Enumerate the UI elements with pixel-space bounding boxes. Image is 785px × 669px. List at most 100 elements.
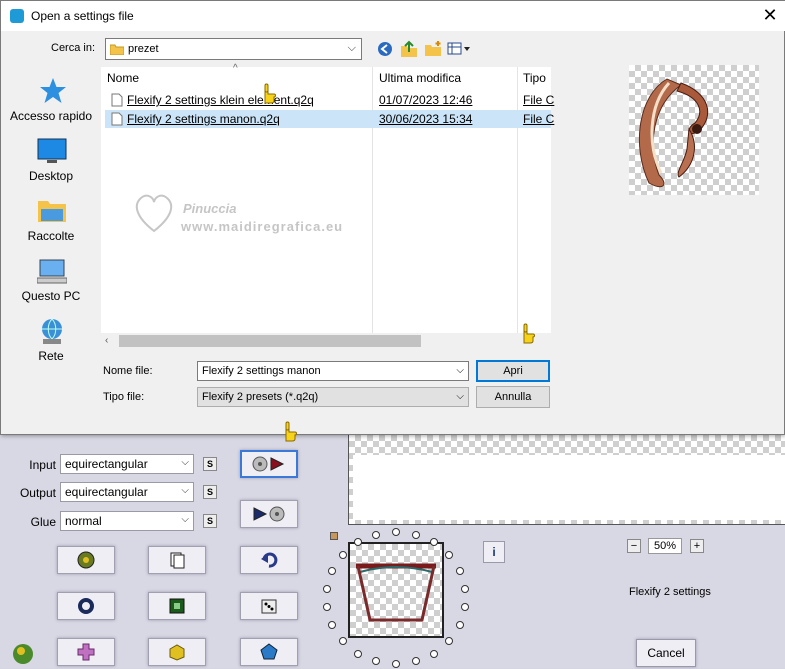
pentagon-button[interactable]: [240, 638, 298, 666]
look-in-label: Cerca in:: [51, 42, 96, 54]
chip-button[interactable]: [148, 592, 206, 620]
randomize-button[interactable]: [57, 546, 115, 574]
column-name[interactable]: Nome: [107, 71, 139, 85]
dialog-title: Open a settings file: [31, 9, 134, 23]
file-row[interactable]: Flexify 2 settings klein element.q2q 01/…: [105, 91, 555, 109]
disc-arrow-icon: [252, 456, 285, 472]
plus-shape-button[interactable]: [57, 638, 115, 666]
save-settings-button[interactable]: [240, 500, 298, 528]
open-button[interactable]: Apri: [476, 360, 550, 382]
glue-s-button[interactable]: S: [203, 514, 217, 528]
place-quick-access[interactable]: Accesso rapido: [3, 75, 99, 133]
zoom-value[interactable]: 50%: [648, 538, 682, 554]
arrow-disc-icon: [253, 506, 285, 522]
filetype-value: Flexify 2 presets (*.q2q): [202, 391, 319, 403]
output-label: Output: [19, 486, 56, 500]
pages-icon: [170, 552, 185, 569]
view-menu-icon[interactable]: [447, 41, 471, 57]
ring-dot: [392, 660, 400, 668]
look-in-combo[interactable]: prezet ⌵: [105, 38, 362, 60]
folder-icon: [110, 44, 124, 55]
input-select[interactable]: equirectangular ⌵: [60, 454, 194, 474]
ring-dot: [444, 550, 453, 559]
ring-dot: [339, 550, 348, 559]
star-icon: [40, 78, 66, 103]
close-button[interactable]: ✕: [758, 4, 782, 28]
glue-select-value: normal: [65, 514, 102, 528]
ring-dot: [392, 528, 400, 536]
column-type[interactable]: Tipo: [523, 71, 546, 85]
filetype-label: Tipo file:: [103, 391, 145, 403]
copy-button[interactable]: [148, 546, 206, 574]
app-icon: [10, 9, 24, 23]
place-label: Raccolte: [27, 229, 75, 243]
chevron-down-icon: ⌵: [181, 485, 189, 496]
place-label: Questo PC: [21, 289, 81, 303]
place-label: Desktop: [28, 169, 74, 183]
chip-icon: [169, 598, 185, 614]
output-select[interactable]: equirectangular ⌵: [60, 482, 194, 502]
ring-dot: [461, 584, 470, 593]
preview-canvas: [348, 435, 785, 525]
cube-button[interactable]: [148, 638, 206, 666]
scroll-left-icon[interactable]: ‹: [105, 335, 108, 346]
file-modified: 30/06/2023 15:34: [379, 112, 473, 126]
load-settings-button[interactable]: [240, 450, 298, 478]
zoom-out-button[interactable]: −: [627, 539, 641, 553]
up-folder-icon[interactable]: [400, 40, 418, 58]
new-folder-icon[interactable]: [424, 40, 442, 58]
watermark-heart-icon: [135, 194, 173, 233]
output-s-button[interactable]: S: [203, 485, 217, 499]
desktop-icon: [37, 138, 67, 163]
ring-dot: [372, 530, 381, 539]
file-icon: [111, 112, 123, 126]
plugin-cancel-button[interactable]: Cancel: [636, 639, 696, 667]
dice-button[interactable]: [240, 592, 298, 620]
place-label: Rete: [38, 349, 64, 363]
place-network[interactable]: Rete: [3, 315, 99, 373]
place-libraries[interactable]: Raccolte: [3, 195, 99, 253]
watermark-line2: www.maidiregrafica.eu: [181, 219, 344, 234]
pointing-hand-icon: [264, 83, 276, 104]
pointing-hand-icon: [285, 421, 297, 442]
libraries-icon: [38, 201, 66, 222]
undo-icon: [261, 552, 278, 568]
ring-dot: [322, 584, 331, 593]
flexify-logo-icon: [10, 640, 36, 666]
thumbnail-preview: [348, 542, 444, 638]
filename-input[interactable]: Flexify 2 settings manon ⌵: [197, 361, 469, 381]
input-s-button[interactable]: S: [203, 457, 217, 471]
file-type: File C: [523, 93, 555, 107]
undo-button[interactable]: [240, 546, 298, 574]
ring-icon: [78, 598, 94, 614]
file-icon: [111, 93, 123, 107]
back-icon[interactable]: [377, 41, 393, 57]
watermark-line1: Pinuccia: [183, 201, 237, 216]
globe-icon: [77, 551, 95, 569]
chevron-down-icon: ⌵: [181, 457, 189, 468]
cube-icon: [169, 644, 185, 661]
ring-handle[interactable]: [330, 532, 338, 540]
filetype-select[interactable]: Flexify 2 presets (*.q2q) ⌵: [197, 387, 469, 407]
scrollbar-thumb[interactable]: [119, 335, 421, 347]
info-button[interactable]: i: [483, 541, 505, 563]
preview-artwork: [638, 78, 709, 188]
chevron-down-icon: ⌵: [456, 391, 464, 402]
place-this-pc[interactable]: Questo PC: [3, 255, 99, 313]
glue-select[interactable]: normal ⌵: [60, 511, 194, 531]
ring-dot: [328, 566, 337, 575]
filename-value: Flexify 2 settings manon: [202, 365, 321, 377]
ring-dot: [455, 566, 464, 575]
column-modified[interactable]: Ultima modifica: [379, 71, 461, 85]
cancel-button[interactable]: Annulla: [476, 386, 550, 408]
chevron-down-icon: ⌵: [347, 42, 356, 54]
output-select-value: equirectangular: [65, 485, 148, 499]
file-type: File C: [523, 112, 555, 126]
zoom-in-button[interactable]: +: [690, 539, 704, 553]
ring-button[interactable]: [57, 592, 115, 620]
place-desktop[interactable]: Desktop: [3, 135, 99, 193]
input-select-value: equirectangular: [65, 457, 148, 471]
ring-dot: [411, 530, 420, 539]
file-row-selected[interactable]: Flexify 2 settings manon.q2q 30/06/2023 …: [105, 110, 555, 128]
sort-arrow-icon: ^: [233, 63, 238, 74]
